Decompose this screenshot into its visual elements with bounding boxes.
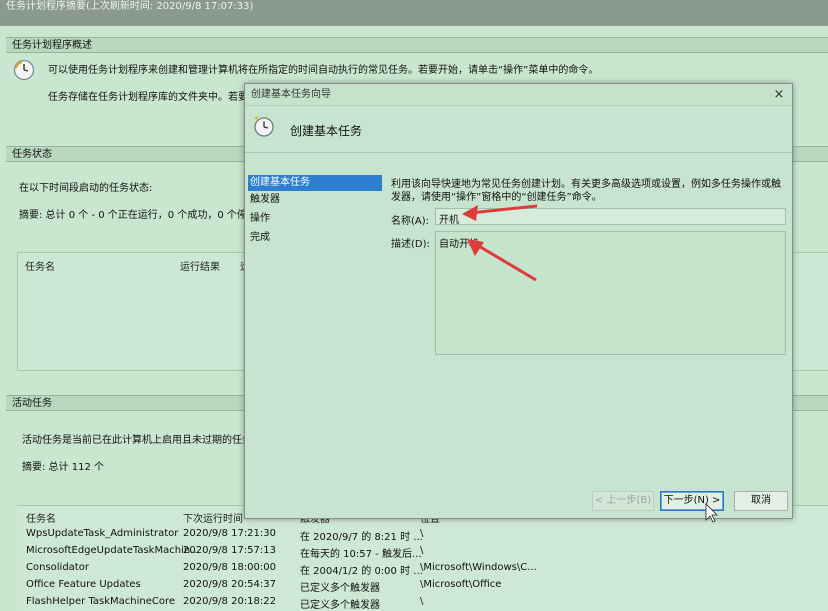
mouse-cursor-icon (705, 503, 718, 523)
arrow-to-name-field (462, 204, 538, 221)
annotation-arrows (462, 204, 718, 523)
arrow-to-description-field (467, 239, 537, 282)
